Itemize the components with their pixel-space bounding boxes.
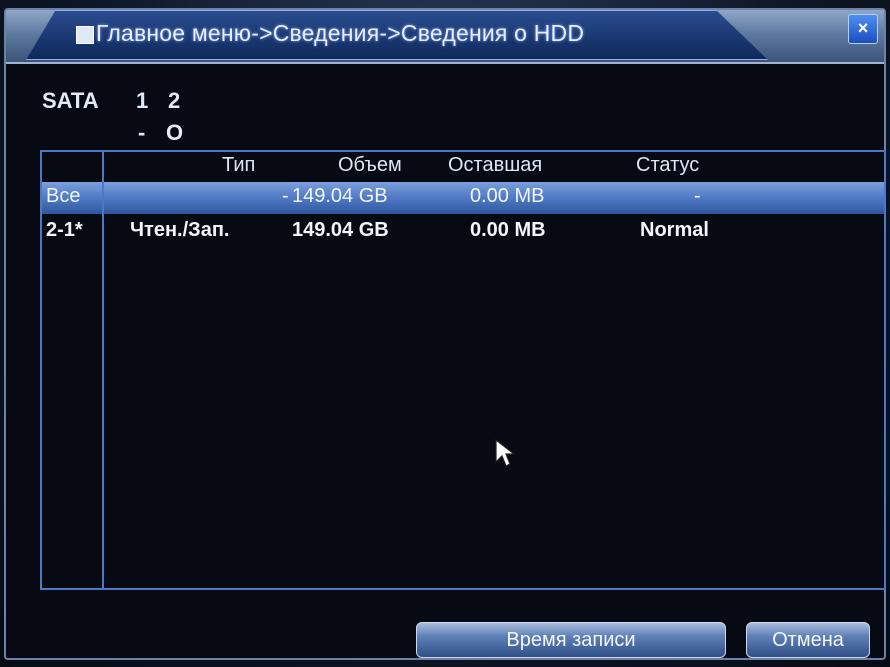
hdd-info-dialog: Главное меню->Сведения->Сведения о HDD ×…: [4, 8, 886, 660]
mouse-cursor-icon: [495, 438, 516, 467]
table-row[interactable]: Все - 149.04 GB 0.00 MB -: [42, 182, 884, 214]
table-header: Тип Объем Оставшая Статус: [42, 152, 884, 182]
row-name: 2-1*: [46, 219, 83, 241]
breadcrumb: Главное меню->Сведения->Сведения о HDD: [96, 20, 585, 46]
sata-port-1: 1: [136, 88, 149, 113]
row-status: Normal: [640, 219, 709, 241]
record-time-button[interactable]: Время записи: [416, 622, 726, 658]
hdd-table: Тип Объем Оставшая Статус Все - 149.04 G…: [40, 150, 886, 590]
row-type: Чтен./Зап.: [130, 219, 230, 241]
table-row[interactable]: 2-1* Чтен./Зап. 149.04 GB 0.00 MB Normal: [42, 216, 884, 248]
header-remaining: Оставшая: [448, 154, 543, 176]
header-status: Статус: [636, 154, 700, 176]
header-volume: Объем: [338, 154, 402, 176]
sata-port-1-state: -: [138, 120, 146, 145]
row-volume: 149.04 GB: [292, 185, 388, 207]
row-name: Все: [46, 185, 81, 207]
title-bar: Главное меню->Сведения->Сведения о HDD ×: [6, 10, 884, 64]
screen: Главное меню->Сведения->Сведения о HDD ×…: [0, 0, 890, 667]
column-divider: [102, 152, 104, 588]
sata-port-2-state: O: [166, 120, 184, 145]
row-volume: 149.04 GB: [292, 219, 389, 241]
sata-port-2: 2: [168, 88, 181, 113]
cancel-button[interactable]: Отмена: [746, 622, 870, 658]
menu-square-icon: [76, 26, 94, 44]
close-button[interactable]: ×: [848, 14, 878, 44]
row-remaining: 0.00 MB: [470, 185, 545, 207]
row-type: -: [282, 185, 289, 207]
sata-label: SATA: [42, 88, 99, 113]
row-remaining: 0.00 MB: [470, 219, 546, 241]
header-type: Тип: [222, 154, 256, 176]
row-status: -: [694, 185, 701, 207]
